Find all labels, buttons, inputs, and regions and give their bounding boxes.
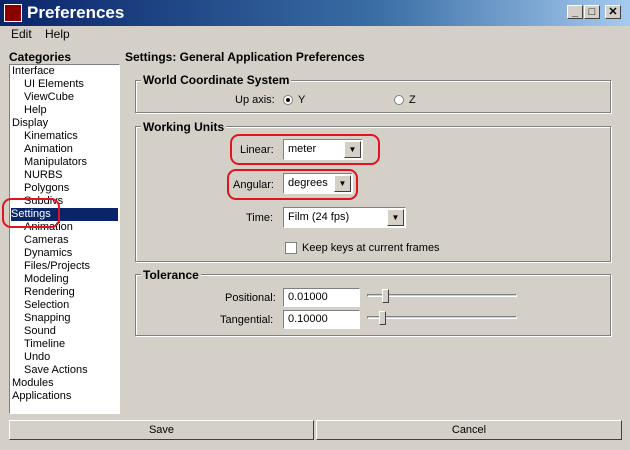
category-item[interactable]: Rendering <box>24 286 75 299</box>
tangential-value: 0.10000 <box>288 313 328 325</box>
annotation-angular-oval <box>227 169 358 200</box>
menu-help[interactable]: Help <box>45 27 70 41</box>
category-item[interactable]: Selection <box>24 299 69 312</box>
up-axis-z-label: Z <box>409 94 416 106</box>
annotation-linear-oval <box>230 134 380 165</box>
keep-keys-checkbox[interactable] <box>285 242 297 254</box>
up-axis-y-radio[interactable] <box>283 95 293 105</box>
menu-bar <box>0 26 630 44</box>
cancel-button[interactable]: Cancel <box>316 420 622 440</box>
category-item[interactable]: Files/Projects <box>24 260 90 273</box>
chevron-down-icon[interactable]: ▼ <box>387 209 404 226</box>
keep-keys-label: Keep keys at current frames <box>302 242 440 254</box>
world-coordinate-title: World Coordinate System <box>141 73 292 87</box>
minimize-button[interactable]: _ <box>567 5 583 19</box>
up-axis-z-radio[interactable] <box>394 95 404 105</box>
tangential-slider-track[interactable] <box>367 316 517 319</box>
window-title: Preferences <box>27 3 125 22</box>
radio-selected-dot <box>286 98 290 102</box>
category-item[interactable]: Dynamics <box>24 247 72 260</box>
category-item[interactable]: Interface <box>12 65 55 78</box>
category-item[interactable]: Modules <box>12 377 54 390</box>
tolerance-title: Tolerance <box>141 268 201 282</box>
category-item[interactable]: Sound <box>24 325 56 338</box>
category-item[interactable]: Applications <box>12 390 71 403</box>
category-item[interactable]: Display <box>12 117 48 130</box>
menu-edit[interactable]: Edit <box>11 27 32 41</box>
close-button[interactable]: ✕ <box>605 5 621 19</box>
category-item[interactable]: Kinematics <box>24 130 78 143</box>
tolerance-group <box>135 274 611 336</box>
category-item[interactable]: Cameras <box>24 234 69 247</box>
category-item[interactable]: Polygons <box>24 182 69 195</box>
category-item[interactable]: NURBS <box>24 169 63 182</box>
category-item[interactable]: Manipulators <box>24 156 87 169</box>
positional-input[interactable]: 0.01000 <box>283 288 360 307</box>
time-value: Film (24 fps) <box>288 211 350 223</box>
tangential-input[interactable]: 0.10000 <box>283 310 360 329</box>
tangential-slider-thumb[interactable] <box>379 311 386 325</box>
category-item[interactable]: Modeling <box>24 273 69 286</box>
positional-slider-thumb[interactable] <box>382 289 389 303</box>
tangential-label: Tangential: <box>220 314 274 326</box>
positional-slider-track[interactable] <box>367 294 517 297</box>
working-units-title: Working Units <box>141 120 227 134</box>
category-item[interactable]: Snapping <box>24 312 71 325</box>
positional-label: Positional: <box>225 292 276 304</box>
categories-heading: Categories <box>9 50 72 64</box>
positional-value: 0.01000 <box>288 291 328 303</box>
up-axis-label: Up axis: <box>235 94 275 106</box>
app-icon <box>4 4 22 22</box>
category-item[interactable]: Help <box>24 104 47 117</box>
save-button[interactable]: Save <box>9 420 314 440</box>
settings-heading: Settings: General Application Preference… <box>125 50 365 64</box>
time-dropdown[interactable]: Film (24 fps) ▼ <box>283 207 406 228</box>
maximize-button[interactable]: □ <box>584 5 600 19</box>
category-item[interactable]: Save Actions <box>24 364 88 377</box>
category-item[interactable]: UI Elements <box>24 78 84 91</box>
category-item[interactable]: Undo <box>24 351 50 364</box>
category-item[interactable]: ViewCube <box>24 91 74 104</box>
up-axis-y-label: Y <box>298 94 306 106</box>
annotation-settings-oval <box>2 198 60 228</box>
time-label: Time: <box>246 212 274 224</box>
category-item[interactable]: Timeline <box>24 338 65 351</box>
category-item[interactable]: Animation <box>24 143 73 156</box>
